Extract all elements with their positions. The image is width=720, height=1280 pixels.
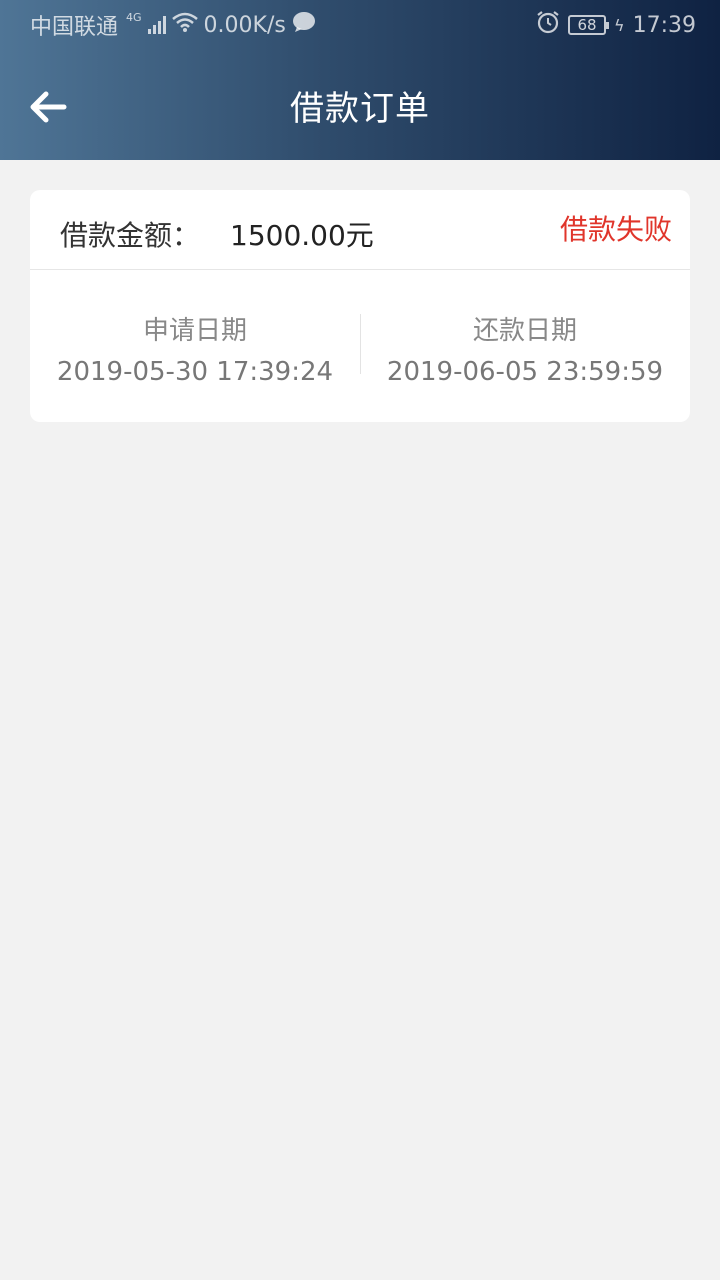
apply-date-column: 申请日期 2019-05-30 17:39:24 (30, 270, 360, 421)
clock: 17:39 (632, 12, 696, 38)
battery-level: 68 (577, 16, 597, 34)
arrow-left-icon (30, 91, 67, 123)
app-header: 中国联通 4G 0.00K/s 68 ϟ 17:39 借款订单 (0, 0, 720, 160)
status-bar-left: 中国联通 4G 0.00K/s (30, 9, 316, 41)
loan-order-card[interactable]: 借款金额： 1500.00元 借款失败 申请日期 2019-05-30 17:3… (30, 190, 690, 422)
network-type: 4G (126, 10, 142, 24)
repay-date-value: 2019-06-05 23:59:59 (386, 357, 664, 387)
signal-icon (147, 16, 166, 34)
nav-bar: 借款订单 (0, 50, 720, 160)
page-title: 借款订单 (290, 88, 430, 129)
wifi-icon (171, 12, 198, 38)
alarm-icon (536, 10, 560, 40)
message-icon (292, 11, 316, 39)
battery-icon: 68 (568, 15, 610, 35)
repay-date-label: 还款日期 (472, 316, 577, 346)
status-badge: 借款失败 (559, 213, 672, 246)
apply-date-value: 2019-05-30 17:39:24 (56, 357, 334, 387)
card-dates: 申请日期 2019-05-30 17:39:24 还款日期 2019-06-05… (30, 270, 690, 421)
apply-date-label: 申请日期 (142, 316, 247, 346)
column-divider (360, 314, 361, 374)
status-bar: 中国联通 4G 0.00K/s 68 ϟ 17:39 (0, 0, 720, 50)
amount-label: 借款金额： (60, 219, 201, 252)
status-bar-right: 68 ϟ 17:39 (536, 10, 696, 40)
card-header: 借款金额： 1500.00元 借款失败 (30, 190, 690, 270)
net-speed: 0.00K/s (203, 12, 286, 38)
back-button[interactable] (24, 83, 72, 131)
repay-date-column: 还款日期 2019-06-05 23:59:59 (360, 270, 690, 421)
carrier-name: 中国联通 (30, 15, 119, 40)
charging-icon: ϟ (614, 15, 625, 35)
amount-value: 1500.00元 (230, 219, 374, 252)
